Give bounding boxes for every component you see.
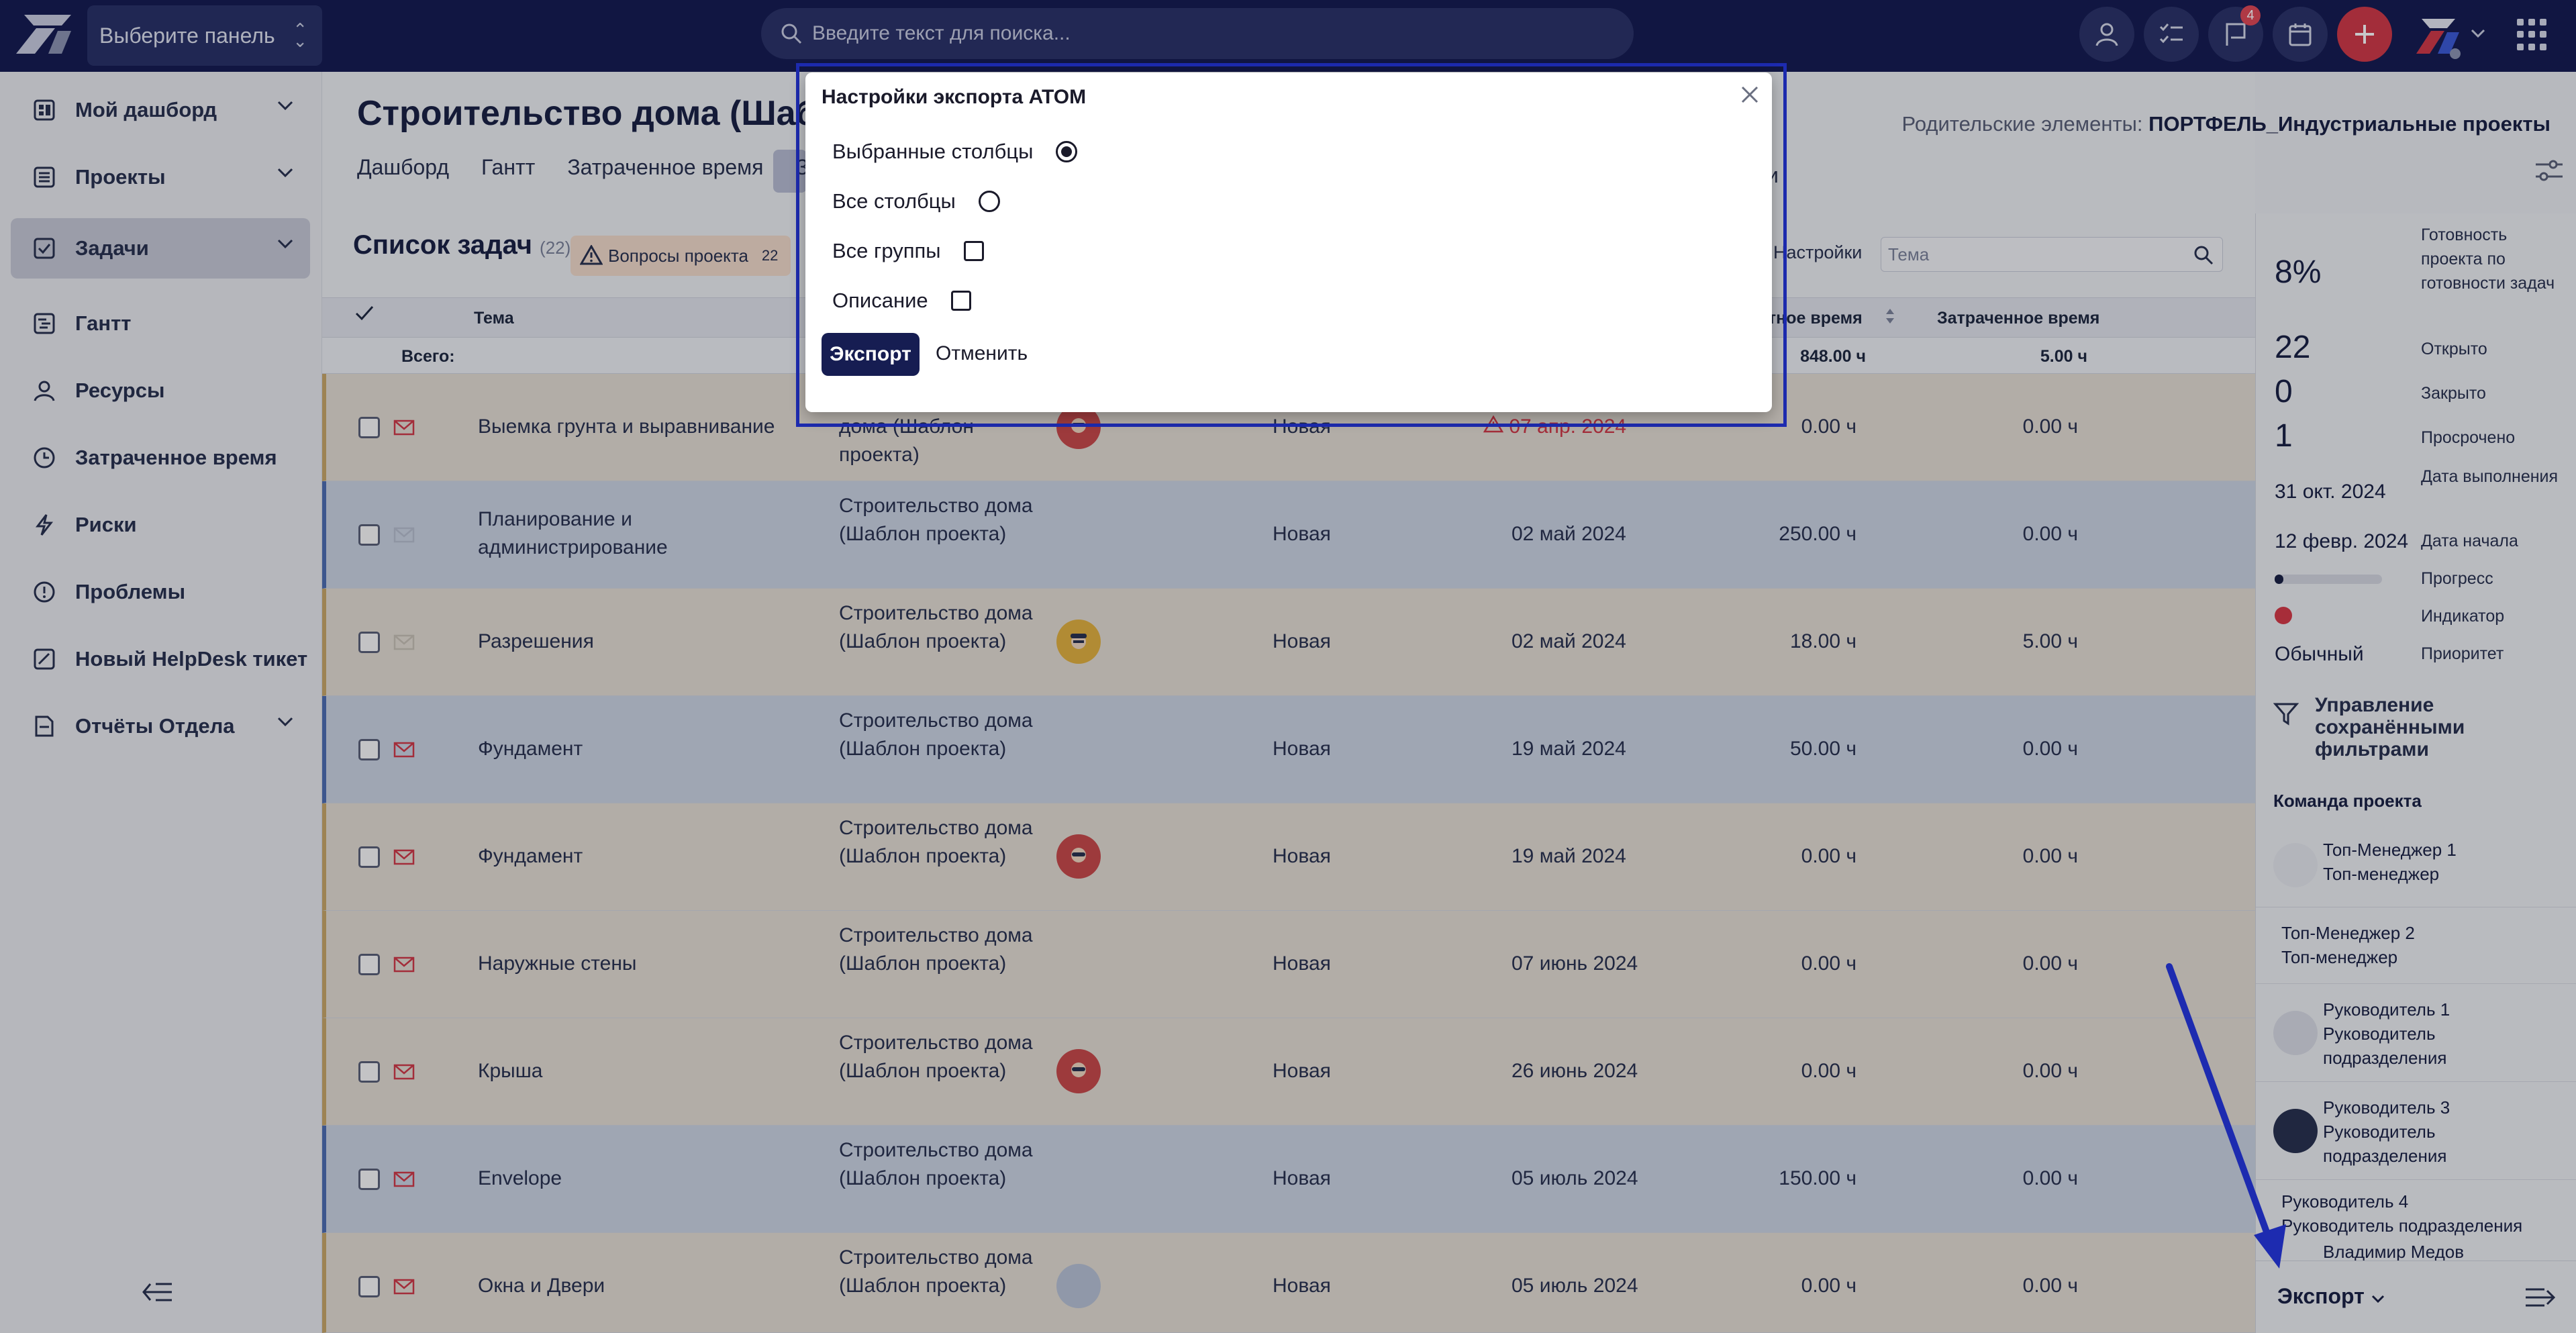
radio-all-columns[interactable] bbox=[978, 191, 1000, 212]
cancel-button[interactable]: Отменить bbox=[936, 342, 1028, 365]
option-all-columns[interactable]: Все столбцы bbox=[832, 189, 1000, 213]
close-icon[interactable] bbox=[1737, 82, 1763, 107]
option-selected-columns[interactable]: Выбранные столбцы bbox=[832, 140, 1078, 164]
radio-selected-columns[interactable] bbox=[1056, 141, 1078, 162]
checkbox-all-groups[interactable] bbox=[963, 241, 984, 261]
dialog-title: Настройки экспорта ATOM bbox=[822, 86, 1087, 108]
option-label: Все группы bbox=[832, 239, 941, 262]
annotation-arrow-icon bbox=[2166, 963, 2286, 1269]
export-button[interactable]: Экспорт bbox=[822, 333, 920, 376]
option-all-groups[interactable]: Все группы bbox=[832, 239, 984, 263]
option-label: Выбранные столбцы bbox=[832, 140, 1034, 163]
option-label: Описание bbox=[832, 289, 928, 312]
option-label: Все столбцы bbox=[832, 189, 956, 213]
export-settings-dialog: Настройки экспорта ATOM Выбранные столбц… bbox=[805, 72, 1772, 412]
option-description[interactable]: Описание bbox=[832, 289, 971, 313]
checkbox-description[interactable] bbox=[950, 291, 971, 311]
